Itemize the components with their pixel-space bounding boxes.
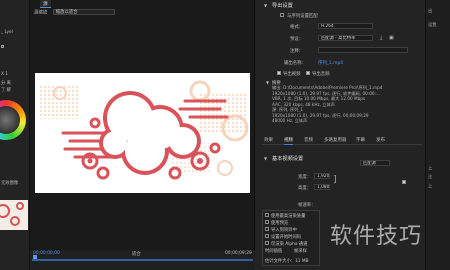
source-scale-select[interactable]: 源缩放 缩放以适合 [34, 9, 115, 16]
frame-rate-label: 帧速率： [298, 203, 316, 208]
preview-artwork [35, 73, 250, 193]
right-row-9: 注 [428, 174, 433, 179]
use-preview-label: 使用预览 [271, 221, 289, 226]
video-preview [35, 73, 250, 193]
max-quality-label: 使用最高渲染质量 [271, 214, 306, 219]
start-timecode-label: 设置开始时间码 [271, 235, 302, 240]
export-video-label: 导出视频 [283, 72, 301, 77]
left-row-3: X 1 [1, 72, 9, 77]
summary-triangle-icon[interactable]: ▼ [266, 80, 269, 85]
right-row-1: 出 [428, 8, 433, 13]
preset-select[interactable]: 匹配源 - 高比特率 [318, 35, 373, 41]
width-input[interactable]: 1,920 [314, 173, 330, 179]
left-row-11: 无效图像 [1, 181, 19, 186]
tab-captions[interactable]: 字幕 [356, 137, 365, 143]
match-sequence-checkbox[interactable] [280, 13, 284, 17]
right-panel [425, 0, 450, 270]
watermark-text: 软件技巧 [330, 224, 423, 249]
import-project-label: 导入到项目中 [271, 228, 297, 233]
height-label: 高度： [298, 186, 312, 191]
tab-publish[interactable]: 发布 [376, 137, 385, 143]
left-row-5: 了 解 [1, 88, 11, 93]
export-settings-title: 导出设置 [272, 3, 293, 9]
settings-tabs: 效果 视频 音频 多路复用器 字幕 发布 [262, 135, 422, 145]
left-check[interactable] [1, 45, 4, 48]
thumbnail-image[interactable] [0, 200, 28, 230]
width-label: 宽度： [298, 175, 312, 180]
start-timecode-checkbox[interactable] [265, 234, 269, 238]
height-input[interactable]: 1,080 [314, 184, 330, 190]
basic-video-title: 基本视频设置 [272, 156, 304, 162]
comment-label: 注释： [290, 49, 304, 54]
export-audio-label: 导出音频 [312, 72, 330, 77]
match-source-button[interactable]: 匹配源 [360, 160, 390, 166]
link-bracket-icon[interactable]: ] [333, 175, 337, 185]
alpha-only-checkbox[interactable] [265, 241, 269, 245]
basic-video-triangle-icon[interactable]: ▼ [264, 156, 267, 161]
file-size-estimate: 估计文件大小：11 MB [265, 259, 309, 264]
format-select[interactable]: H.264 [318, 23, 373, 29]
right-row-10: 上 [428, 183, 433, 188]
timecode-end: 00;00;09;29 [225, 251, 252, 256]
source-scale-value[interactable]: 缩放以适合 [52, 9, 115, 15]
match-sequence-label: 与序列设置匹配 [287, 14, 318, 19]
right-row-2: 设置 [428, 22, 437, 27]
alpha-only-label: 仅渲染 Alpha 通道 [271, 242, 308, 247]
summary-text: 输出: D:\Documents\Adobe\Premiere Pro\\序列_… [272, 85, 383, 123]
left-row-1: _ Lyel [1, 30, 13, 35]
use-preview-checkbox[interactable] [265, 220, 269, 224]
tab-audio[interactable]: 音频 [304, 137, 313, 143]
preset-label: 预设： [290, 37, 304, 42]
collapse-triangle-icon[interactable]: ▼ [264, 3, 267, 8]
playhead[interactable] [33, 255, 37, 259]
comment-input[interactable] [318, 47, 408, 53]
left-row-4: 分 离 [1, 81, 11, 86]
width-height-checkbox[interactable] [402, 180, 406, 184]
time-interp-label: 时间插值 [265, 249, 283, 254]
export-audio-checkbox[interactable] [306, 71, 310, 75]
output-name-link[interactable]: 序列_1.mp4 [318, 60, 343, 66]
import-project-checkbox[interactable] [265, 227, 269, 231]
tab-multiplexer[interactable]: 多路复用器 [324, 137, 347, 143]
tab-video[interactable]: 视频 [284, 137, 293, 145]
format-label: 格式： [290, 25, 304, 30]
output-name-label: 输出名称： [284, 61, 306, 66]
timecode-current[interactable]: 00;00;00;00 [33, 251, 60, 256]
save-preset-icon[interactable]: ⤓ [380, 35, 382, 41]
export-video-checkbox[interactable] [277, 71, 281, 75]
frame-sampling-select[interactable]: 帧采样 [294, 248, 307, 254]
tab-effects[interactable]: 效果 [264, 137, 273, 143]
source-scale-label: 源缩放 [34, 10, 48, 16]
timeline-range[interactable] [32, 259, 253, 261]
import-preset-icon[interactable]: ▣ [389, 35, 394, 41]
tab-source[interactable]: 源 [40, 0, 51, 8]
right-row-8: 上 [428, 165, 433, 170]
max-quality-checkbox[interactable] [265, 213, 269, 217]
fit-select[interactable]: 适合 [132, 251, 141, 257]
